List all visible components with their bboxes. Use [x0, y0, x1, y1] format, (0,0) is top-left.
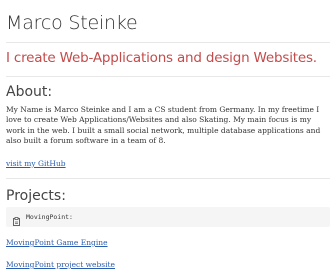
about-heading: About: — [6, 84, 53, 100]
tagline: I create Web-Applications and design Web… — [6, 50, 317, 66]
code-label: MovingPoint: — [26, 213, 73, 221]
header-divider — [6, 42, 330, 43]
code-block: MovingPoint: — [6, 207, 330, 227]
clipboard-icon — [12, 213, 21, 226]
project-link-website[interactable]: MovingPoint project website — [6, 260, 115, 269]
tagline-divider — [6, 76, 330, 77]
about-divider — [6, 178, 330, 179]
projects-heading: Projects: — [6, 188, 66, 204]
project-link-game-engine[interactable]: MovingPoint Game Engine — [6, 238, 108, 247]
about-text: My Name is Marco Steinke and I am a CS s… — [6, 105, 321, 146]
site-title: Marco Steinke — [6, 12, 138, 34]
github-link[interactable]: visit my GitHub — [6, 159, 66, 168]
